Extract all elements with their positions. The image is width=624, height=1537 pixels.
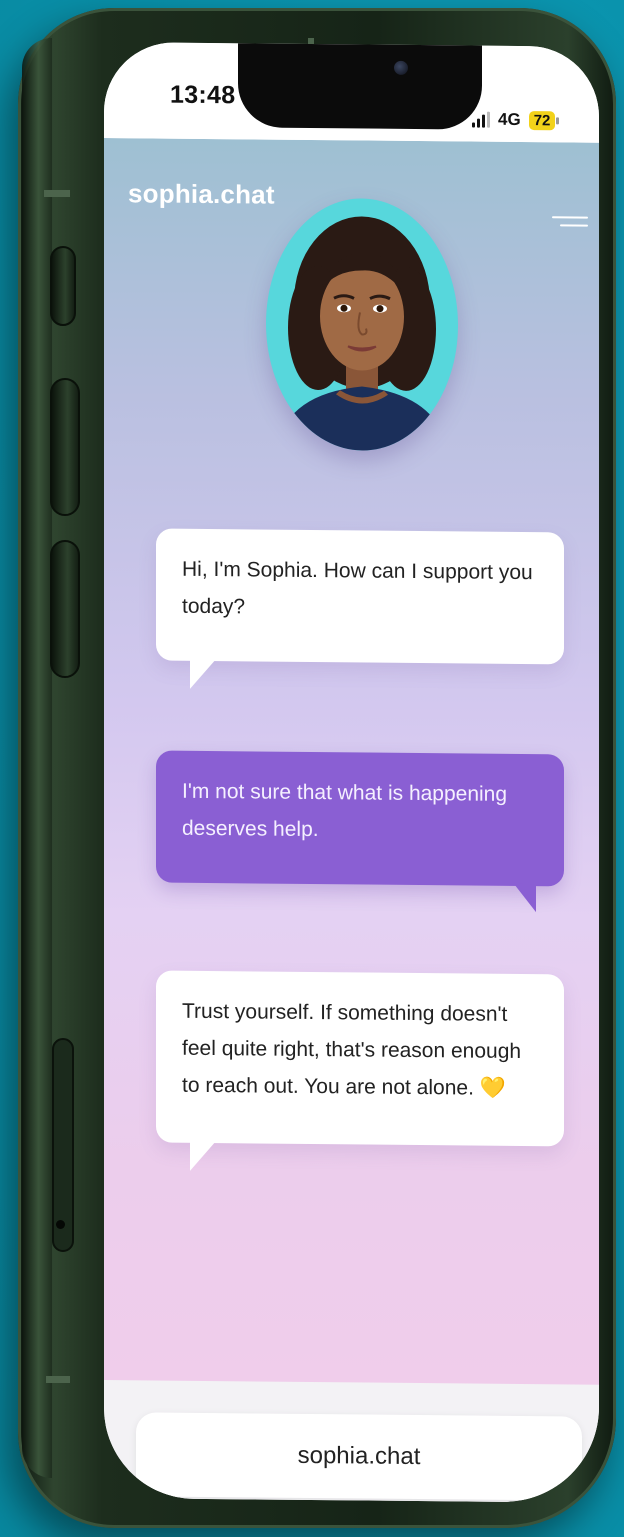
status-indicators: 4G 72 xyxy=(472,109,560,131)
antenna-band xyxy=(46,1376,70,1383)
antenna-band xyxy=(44,190,70,197)
bubble-tail xyxy=(514,883,536,913)
battery-icon: 72 xyxy=(528,110,560,130)
sophia-avatar xyxy=(266,197,458,452)
message-text: Trust yourself. If something doesn't fee… xyxy=(182,999,522,1100)
battery-level: 72 xyxy=(528,110,556,130)
silent-switch xyxy=(50,246,76,326)
chat-message-sophia: Hi, I'm Sophia. How can I support you to… xyxy=(156,528,564,690)
phone-edge-highlight xyxy=(22,38,52,1478)
volume-down-button xyxy=(50,540,80,678)
bubble-tail xyxy=(190,1140,216,1172)
message-text: I'm not sure that what is happening dese… xyxy=(182,779,508,842)
hamburger-menu-icon[interactable] xyxy=(548,216,588,230)
sim-eject-hole xyxy=(56,1220,65,1229)
phone-screen: 13:48 4G 72 sophia.chat Hi, I'm Sophia. … xyxy=(104,42,599,1503)
volume-up-button xyxy=(50,378,80,516)
front-camera-icon xyxy=(394,60,408,75)
status-time: 13:48 xyxy=(170,80,236,110)
bubble-tail xyxy=(190,658,216,690)
status-bar: 13:48 4G 72 xyxy=(104,42,599,143)
message-text: Hi, I'm Sophia. How can I support you to… xyxy=(182,557,533,619)
network-type: 4G xyxy=(498,109,521,130)
camera-notch xyxy=(238,42,482,130)
message-body: Trust yourself. If something doesn't fee… xyxy=(156,970,564,1129)
chat-message-user: I'm not sure that what is happening dese… xyxy=(156,750,564,913)
yellow-heart-icon: 💛 xyxy=(479,1076,506,1100)
chat-message-sophia: Trust yourself. If something doesn't fee… xyxy=(156,970,564,1172)
address-bar-url: sophia.chat xyxy=(297,1441,421,1471)
brand-logo[interactable]: sophia.chat xyxy=(128,178,275,210)
signal-bars-icon xyxy=(472,111,490,128)
address-bar[interactable]: sophia.chat xyxy=(136,1412,582,1501)
battery-cap xyxy=(556,116,560,124)
